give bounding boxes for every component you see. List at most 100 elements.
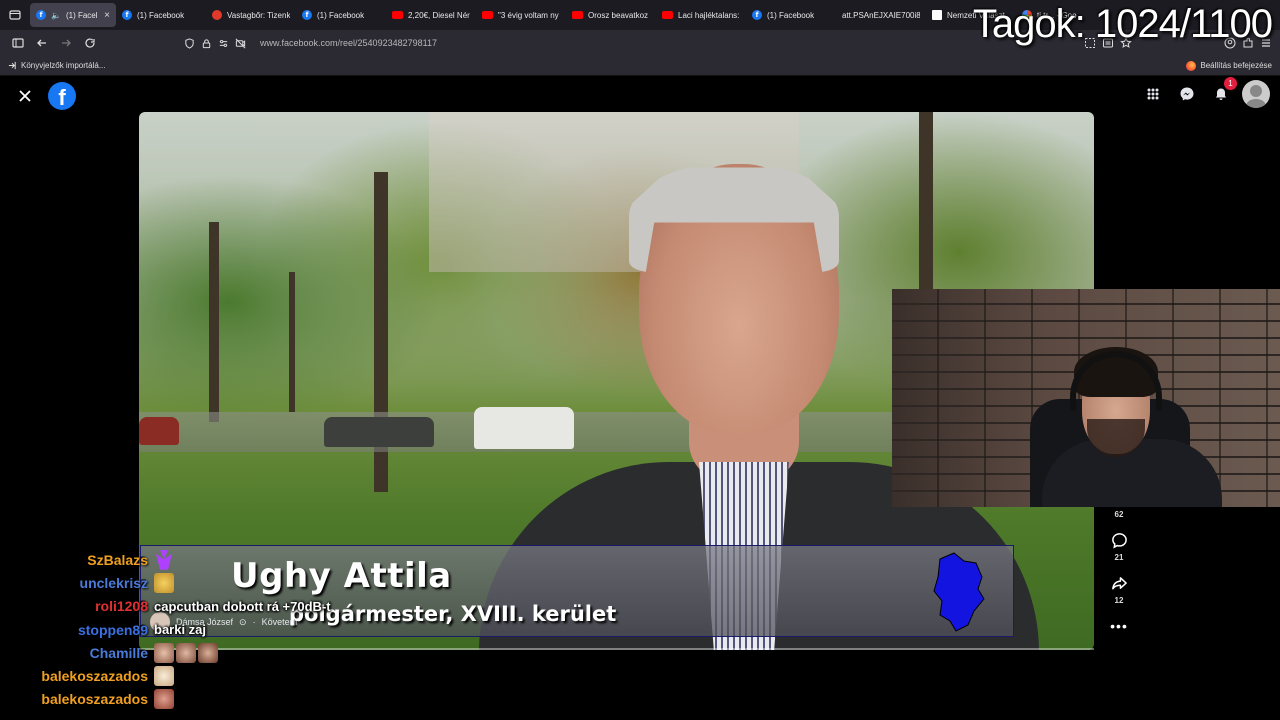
tab-label: (1) Facebook bbox=[137, 10, 185, 20]
browser-tab[interactable]: att.PSAnEJXAIE700i8 bbox=[836, 3, 926, 27]
lock-icon[interactable] bbox=[201, 38, 212, 49]
youtube-icon bbox=[572, 11, 583, 19]
tab-label: att.PSAnEJXAIE700i8 bbox=[842, 10, 920, 20]
share-count: 12 bbox=[1114, 596, 1124, 605]
import-bookmarks-link[interactable]: Könyvjelzők importálá... bbox=[8, 61, 105, 70]
speaker-muted-icon[interactable]: 🔈 bbox=[51, 11, 61, 20]
browser-tab[interactable]: Laci hajléktalans: bbox=[656, 3, 746, 27]
facebook-icon: f bbox=[36, 10, 46, 20]
chat-message: Chamille bbox=[0, 641, 420, 664]
tab-list-button[interactable] bbox=[0, 0, 30, 30]
chat-text: barki zaj bbox=[154, 622, 207, 638]
emote-icon bbox=[198, 642, 218, 663]
tab-strip: f 🔈 (1) Faceboo × f (1) Facebook Vastagb… bbox=[30, 0, 1096, 30]
finish-setup-link[interactable]: Beállítás befejezése bbox=[1186, 60, 1272, 71]
car bbox=[324, 417, 434, 447]
reload-icon bbox=[85, 38, 95, 48]
emote-icon bbox=[154, 642, 174, 663]
tab-label: (1) Facebook bbox=[317, 10, 365, 20]
chat-username: stoppen89 bbox=[77, 621, 148, 638]
fb-header-left: f bbox=[14, 82, 76, 110]
car bbox=[139, 417, 179, 445]
members-counter: Tagok: 1024/1100 bbox=[972, 2, 1273, 46]
tab-label: (1) Facebook bbox=[767, 10, 815, 20]
fb-header-right: 1 bbox=[1140, 77, 1270, 108]
bookmarks-bar: Könyvjelzők importálá... Beállítás befej… bbox=[0, 56, 1280, 76]
notification-badge: 1 bbox=[1224, 77, 1237, 90]
chat-username: Chamille bbox=[89, 644, 148, 661]
facebook-icon: f bbox=[302, 10, 312, 20]
bell-icon bbox=[1215, 88, 1227, 100]
browser-tab[interactable]: Orosz beavatkoz bbox=[566, 3, 656, 27]
finish-setup-label: Beállítás befejezése bbox=[1200, 61, 1272, 70]
stream-chat: SzBalazs unclekrisz roli1208 capcutban d… bbox=[0, 548, 420, 711]
import-bookmarks-label: Könyvjelzők importálá... bbox=[21, 61, 106, 70]
close-icon bbox=[19, 90, 31, 102]
close-button[interactable] bbox=[14, 85, 36, 107]
district-map-icon bbox=[933, 552, 985, 632]
like-count: 62 bbox=[1114, 510, 1124, 519]
chat-username: balekoszazados bbox=[41, 668, 148, 685]
emote-icon bbox=[176, 642, 196, 663]
reel-actions: 62 21 12 ••• bbox=[1104, 508, 1134, 634]
youtube-icon bbox=[482, 11, 493, 19]
url-text: www.facebook.com/reel/2540923482798117 bbox=[260, 38, 437, 48]
notifications-button[interactable]: 1 bbox=[1208, 77, 1237, 107]
tab-label: "3 évig voltam ny bbox=[498, 10, 559, 20]
permissions-icon[interactable] bbox=[218, 38, 229, 49]
arrow-left-icon bbox=[37, 39, 46, 47]
arrow-right-icon bbox=[62, 39, 71, 47]
chat-text: capcutban dobott rá +70dB-t bbox=[154, 598, 331, 614]
tab-label: Orosz beavatkoz bbox=[588, 10, 649, 20]
tab-label: Vastagbőr: Tizenk bbox=[227, 10, 290, 20]
chat-message: unclekrisz bbox=[0, 571, 420, 594]
sidebar-icon bbox=[12, 38, 24, 48]
reload-button[interactable] bbox=[78, 31, 102, 55]
comment-button[interactable] bbox=[1108, 529, 1130, 551]
menu-grid-button[interactable] bbox=[1140, 81, 1166, 107]
close-tab-icon[interactable]: × bbox=[104, 10, 110, 21]
shield-icon[interactable] bbox=[184, 37, 195, 49]
chat-username: unclekrisz bbox=[79, 574, 148, 591]
tab-label: Laci hajléktalans: bbox=[678, 10, 740, 20]
firefox-icon bbox=[1186, 60, 1197, 71]
sidebar-toggle-button[interactable] bbox=[6, 31, 30, 55]
document-icon bbox=[932, 10, 942, 20]
facebook-icon: f bbox=[752, 10, 762, 20]
messenger-icon bbox=[1180, 87, 1194, 101]
back-button[interactable] bbox=[30, 31, 54, 55]
comment-count: 21 bbox=[1114, 553, 1124, 562]
chat-message: roli1208 capcutban dobott rá +70dB-t bbox=[0, 595, 420, 618]
messenger-button[interactable] bbox=[1174, 81, 1200, 107]
browser-tab[interactable]: f (1) Facebook bbox=[296, 3, 386, 27]
tree-trunk bbox=[289, 272, 295, 412]
grid-icon bbox=[1147, 88, 1159, 100]
reddit-icon bbox=[212, 10, 222, 20]
forward-button[interactable] bbox=[54, 31, 78, 55]
share-button[interactable] bbox=[1108, 572, 1130, 594]
chat-username: balekoszazados bbox=[41, 691, 148, 708]
chat-message: SzBalazs bbox=[0, 548, 420, 571]
more-options-icon[interactable]: ••• bbox=[1110, 618, 1128, 634]
emote-icon bbox=[154, 689, 174, 710]
share-icon bbox=[1111, 576, 1127, 589]
camera-off-icon[interactable] bbox=[235, 38, 246, 49]
browser-tab[interactable]: f (1) Facebook bbox=[746, 3, 836, 27]
browser-tab[interactable]: "3 évig voltam ny bbox=[476, 3, 566, 27]
browser-tab[interactable]: 2,20€, Diesel Nér bbox=[386, 3, 476, 27]
chat-username: SzBalazs bbox=[87, 551, 148, 568]
youtube-icon bbox=[662, 11, 673, 19]
chat-username: roli1208 bbox=[95, 598, 148, 615]
chat-message: balekoszazados bbox=[0, 664, 420, 687]
tab-label: 2,20€, Diesel Nér bbox=[408, 10, 470, 20]
tab-list-icon bbox=[9, 10, 21, 20]
browser-tab[interactable]: Vastagbőr: Tizenk bbox=[206, 3, 296, 27]
facebook-logo[interactable]: f bbox=[48, 82, 76, 110]
avatar[interactable] bbox=[1242, 80, 1270, 108]
tab-label: (1) Faceboo bbox=[65, 10, 97, 20]
comment-icon bbox=[1111, 532, 1127, 548]
browser-tab[interactable]: f 🔈 (1) Faceboo × bbox=[30, 3, 116, 27]
emote-icon bbox=[156, 549, 172, 570]
chat-message: balekoszazados bbox=[0, 688, 420, 711]
browser-tab[interactable]: f (1) Facebook bbox=[116, 3, 206, 27]
